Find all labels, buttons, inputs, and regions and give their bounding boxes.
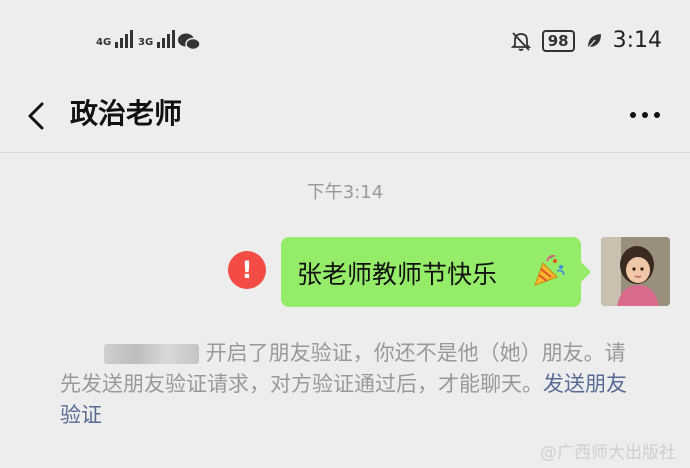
error-icon[interactable]: !: [228, 251, 266, 289]
contact-name: 政治老师: [70, 97, 183, 130]
watermark: @广西师大出版社: [540, 443, 676, 463]
mute-bell-icon: [510, 31, 531, 51]
signal-icon-2: 3G: [138, 30, 176, 48]
battery-icon: 98: [541, 29, 575, 52]
header-divider: [0, 152, 690, 153]
back-icon[interactable]: [22, 96, 50, 136]
avatar[interactable]: [601, 237, 670, 306]
network-type-2: 3G: [138, 37, 154, 48]
chat-header: 政治老师: [0, 86, 690, 152]
wechat-icon: [178, 33, 200, 51]
friend-verification-notice: 开启了朋友验证，你还不是他（她）朋友。请先发送朋友验证请求，对方验证通过后，才能…: [60, 338, 640, 431]
status-time: 3:14: [612, 28, 662, 53]
message-text: 张老师教师节快乐: [297, 260, 498, 289]
more-icon[interactable]: [630, 112, 660, 118]
redacted-name: [104, 344, 199, 364]
leaf-icon: [587, 33, 601, 48]
signal-icon: 4G: [96, 30, 134, 48]
network-type-1: 4G: [96, 37, 112, 48]
message-timestamp: 下午3:14: [306, 182, 384, 203]
message-bubble[interactable]: 张老师教师节快乐: [281, 237, 591, 307]
party-popper-icon: [534, 255, 565, 286]
status-bar: 4G 3G 98 3:14: [0, 0, 690, 86]
